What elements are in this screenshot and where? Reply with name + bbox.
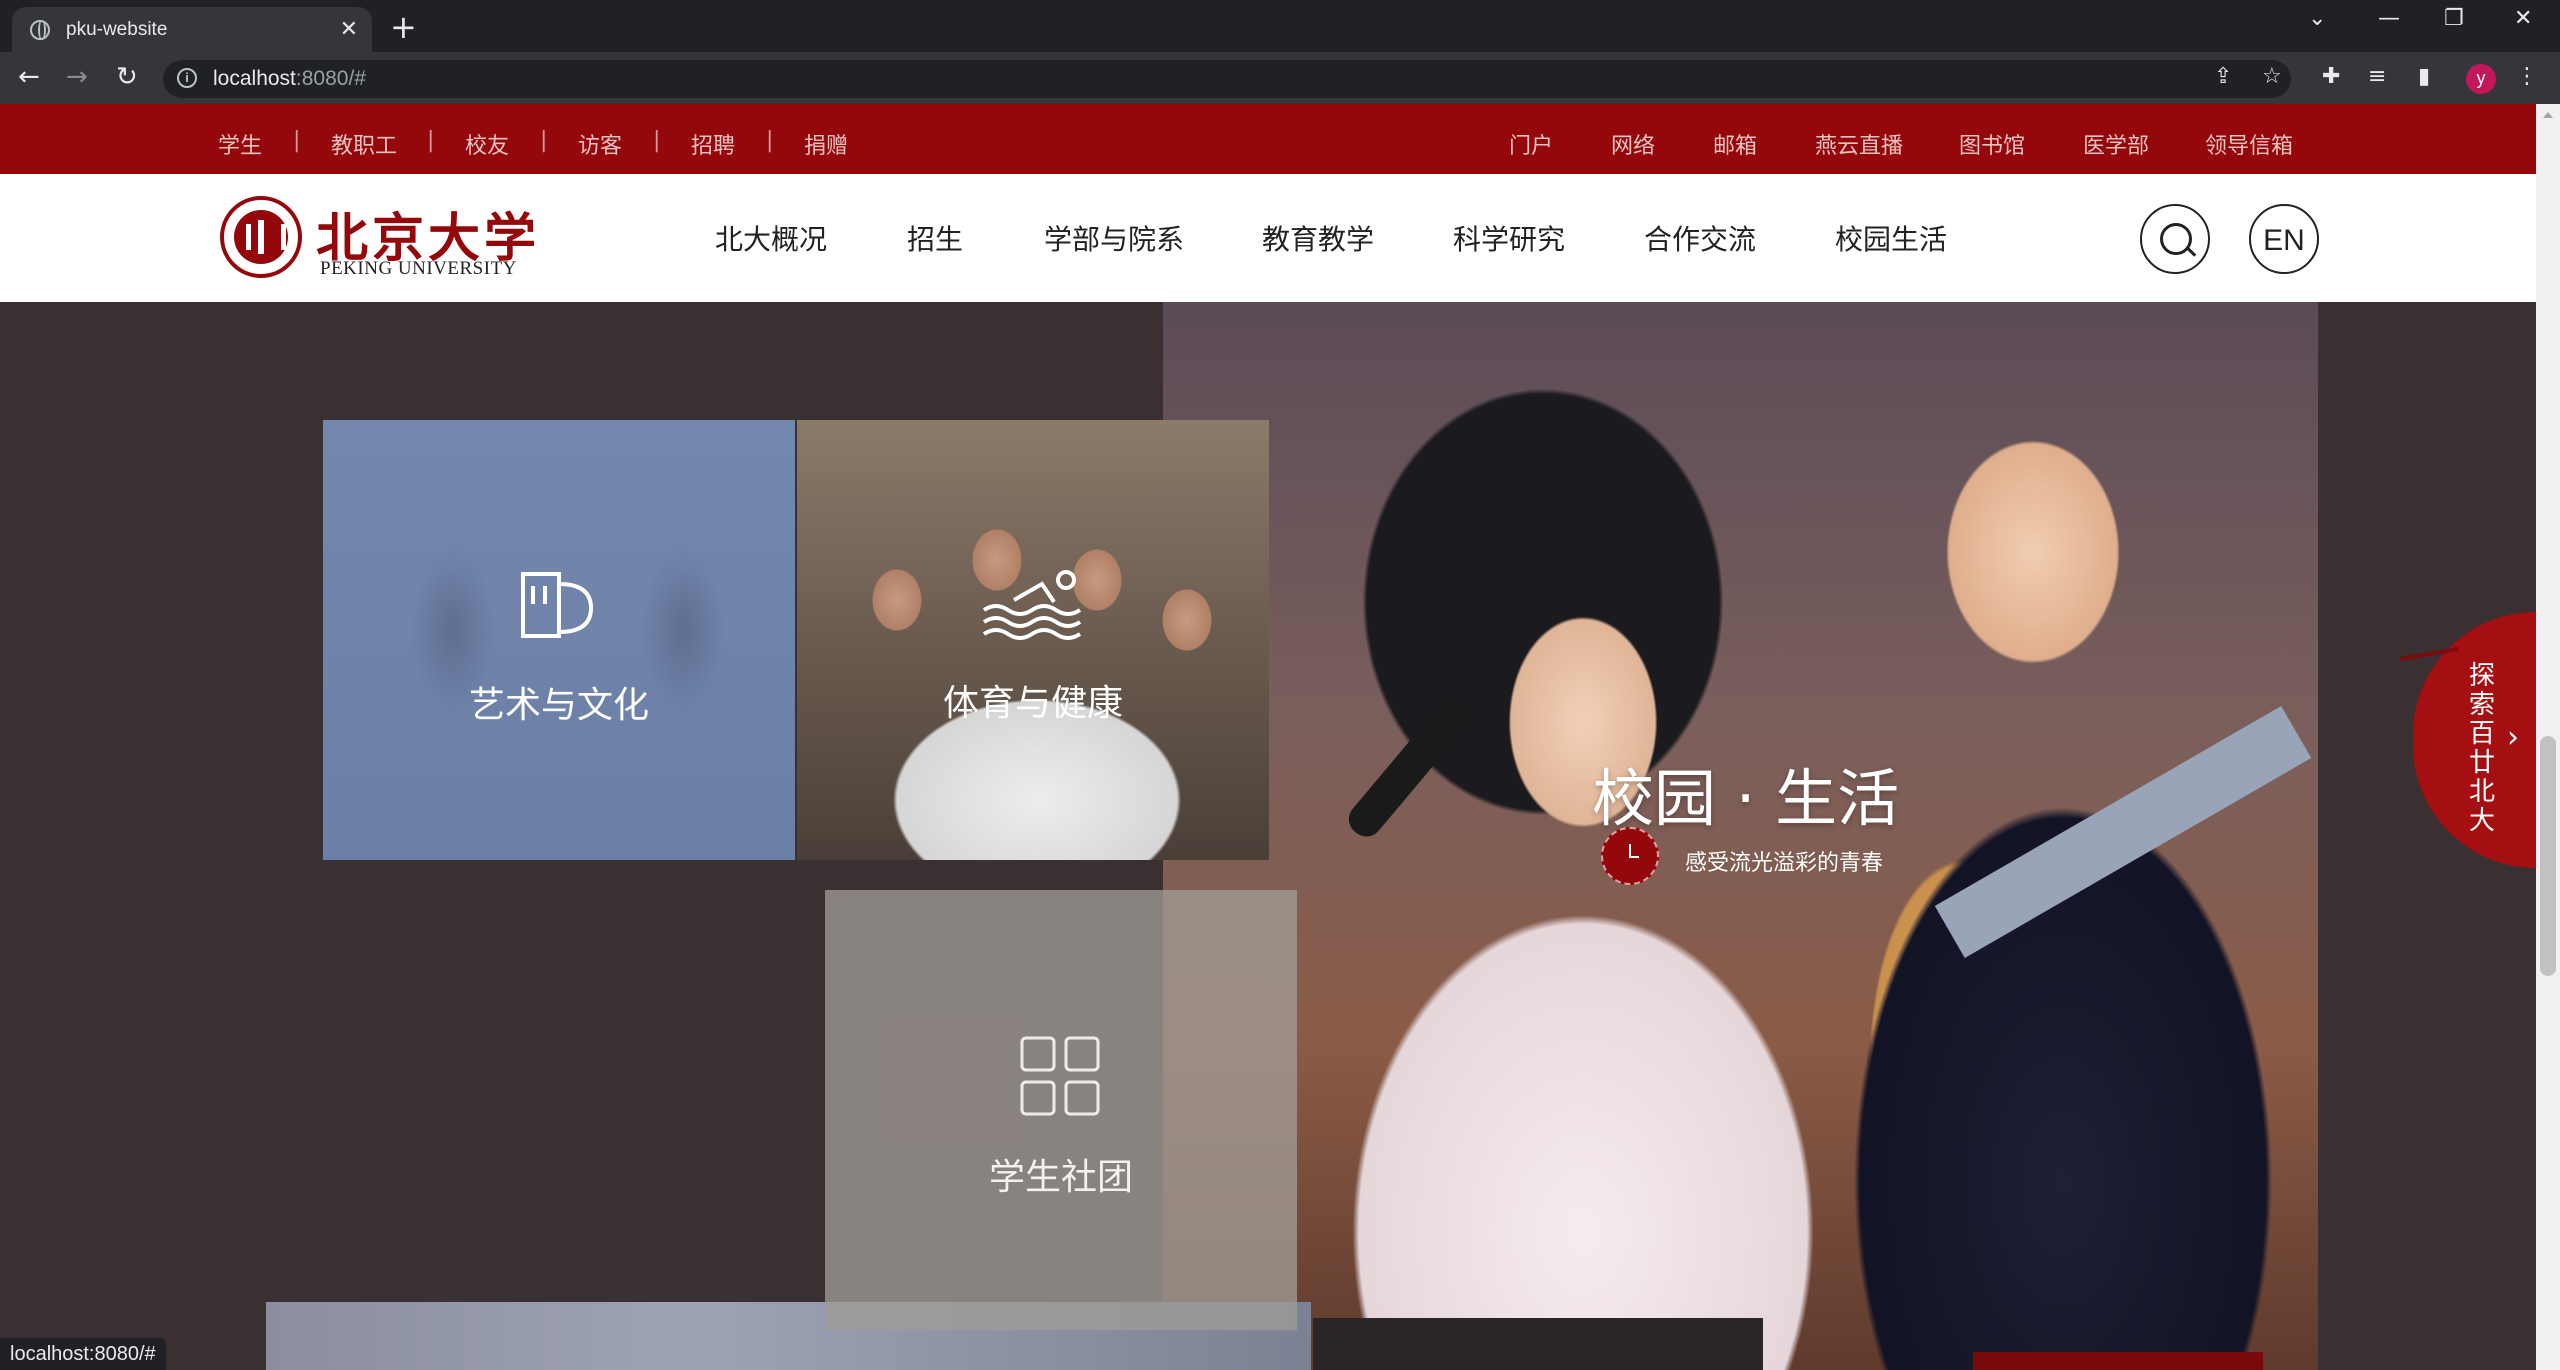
graduation-stole-shape xyxy=(1934,706,2312,958)
bottom-red-strip xyxy=(1973,1352,2263,1370)
nav-item-overview[interactable]: 北大概况 xyxy=(715,218,827,258)
nav-item-campus-life[interactable]: 校园生活 xyxy=(1835,218,1947,258)
language-toggle-button[interactable]: EN xyxy=(2249,204,2319,274)
back-arrow-icon[interactable]: ← xyxy=(18,62,40,92)
nav-item-admissions[interactable]: 招生 xyxy=(907,218,963,258)
scroll-up-arrow-icon[interactable] xyxy=(2543,112,2553,118)
close-window-icon[interactable]: ✕ xyxy=(2514,6,2532,31)
nav-item-schools[interactable]: 学部与院系 xyxy=(1044,218,1184,258)
clock-icon xyxy=(1601,827,1659,885)
utility-link-jobs[interactable]: 招聘 xyxy=(691,128,735,160)
explore-label: 探索百廿北大 xyxy=(2469,661,2496,836)
nav-item-education[interactable]: 教育教学 xyxy=(1262,218,1374,258)
tile-label-sports: 体育与健康 xyxy=(942,683,1123,724)
utility-link-visitors[interactable]: 访客 xyxy=(578,128,622,160)
link-status-bar: localhost:8080/# xyxy=(0,1338,166,1370)
swimmer-icon xyxy=(982,570,1082,640)
bottom-dark-strip xyxy=(1313,1318,1763,1370)
side-panel-icon[interactable]: ▮ xyxy=(2418,64,2430,89)
extensions-puzzle-icon[interactable]: ✚ xyxy=(2322,64,2340,89)
browser-toolbar: ← → ↻ i localhost:8080/# ⇪ ☆ ✚ ≡ ▮ y ⋮ xyxy=(0,52,2560,104)
utility-separator: | xyxy=(766,128,774,153)
utility-link-live[interactable]: 燕云直播 xyxy=(1815,128,1903,160)
theater-mask-icon xyxy=(521,572,594,638)
forward-arrow-icon[interactable]: → xyxy=(66,62,88,92)
close-tab-icon[interactable]: ✕ xyxy=(340,17,358,42)
media-queue-icon[interactable]: ≡ xyxy=(2368,64,2386,89)
share-icon[interactable]: ⇪ xyxy=(2214,64,2232,89)
logo-english-name[interactable]: PEKING UNIVERSITY xyxy=(320,258,517,280)
utility-link-mail[interactable]: 邮箱 xyxy=(1713,128,1757,160)
bookmark-star-icon[interactable]: ☆ xyxy=(2262,64,2282,89)
utility-link-medical[interactable]: 医学部 xyxy=(2083,128,2149,160)
utility-link-alumni[interactable]: 校友 xyxy=(465,128,509,160)
utility-link-donate[interactable]: 捐赠 xyxy=(804,128,848,160)
utility-separator: | xyxy=(653,128,661,153)
url-text: localhost:8080/# xyxy=(213,67,366,90)
grid-icon xyxy=(1020,1036,1100,1116)
nav-item-research[interactable]: 科学研究 xyxy=(1453,218,1565,258)
explore-side-tab[interactable]: 探索百廿北大 › xyxy=(2399,612,2536,868)
new-tab-icon[interactable]: + xyxy=(390,8,417,46)
address-bar[interactable]: i localhost:8080/# xyxy=(163,60,2291,98)
microphone-shape xyxy=(1342,690,1478,844)
tile-label-clubs: 学生社团 xyxy=(988,1157,1133,1198)
tab-title: pku-website xyxy=(66,19,168,40)
site-info-icon[interactable]: i xyxy=(177,68,197,88)
scrollbar-thumb[interactable] xyxy=(2540,736,2556,976)
hero-title: 校园 · 生活 xyxy=(1592,762,1900,835)
nav-item-cooperation[interactable]: 合作交流 xyxy=(1644,218,1756,258)
restore-icon[interactable]: ❐ xyxy=(2444,6,2464,31)
utility-link-students[interactable]: 学生 xyxy=(218,128,262,160)
utility-link-network[interactable]: 网络 xyxy=(1611,128,1655,160)
profile-avatar[interactable]: y xyxy=(2466,64,2496,94)
utility-link-library[interactable]: 图书馆 xyxy=(1959,128,2025,160)
tab-search-chevron-icon[interactable]: ⌄ xyxy=(2308,6,2326,31)
utility-link-staff[interactable]: 教职工 xyxy=(331,128,397,160)
browser-tab[interactable]: pku-website ✕ xyxy=(12,7,372,52)
utility-separator: | xyxy=(540,128,548,153)
utility-separator: | xyxy=(293,128,301,153)
reload-icon[interactable]: ↻ xyxy=(116,62,138,92)
tile-label-arts: 艺术与文化 xyxy=(468,685,649,726)
hero-subtitle: 感受流光溢彩的青春 xyxy=(1685,851,1884,876)
utility-link-portal[interactable]: 门户 xyxy=(1509,128,1553,160)
minimize-icon[interactable]: — xyxy=(2378,6,2400,31)
search-button[interactable] xyxy=(2140,204,2210,274)
page-scrollbar[interactable] xyxy=(2536,104,2560,1370)
language-label: EN xyxy=(2263,224,2305,257)
browser-menu-icon[interactable]: ⋮ xyxy=(2516,64,2538,89)
utility-link-mailbox[interactable]: 领导信箱 xyxy=(2205,128,2293,160)
globe-icon xyxy=(30,20,50,40)
browser-tab-bar: pku-website ✕ + ⌄ — ❐ ✕ xyxy=(0,0,2560,52)
pku-seal-logo[interactable] xyxy=(220,196,302,278)
chevron-right-icon: › xyxy=(2507,720,2519,755)
utility-separator: | xyxy=(427,128,435,153)
